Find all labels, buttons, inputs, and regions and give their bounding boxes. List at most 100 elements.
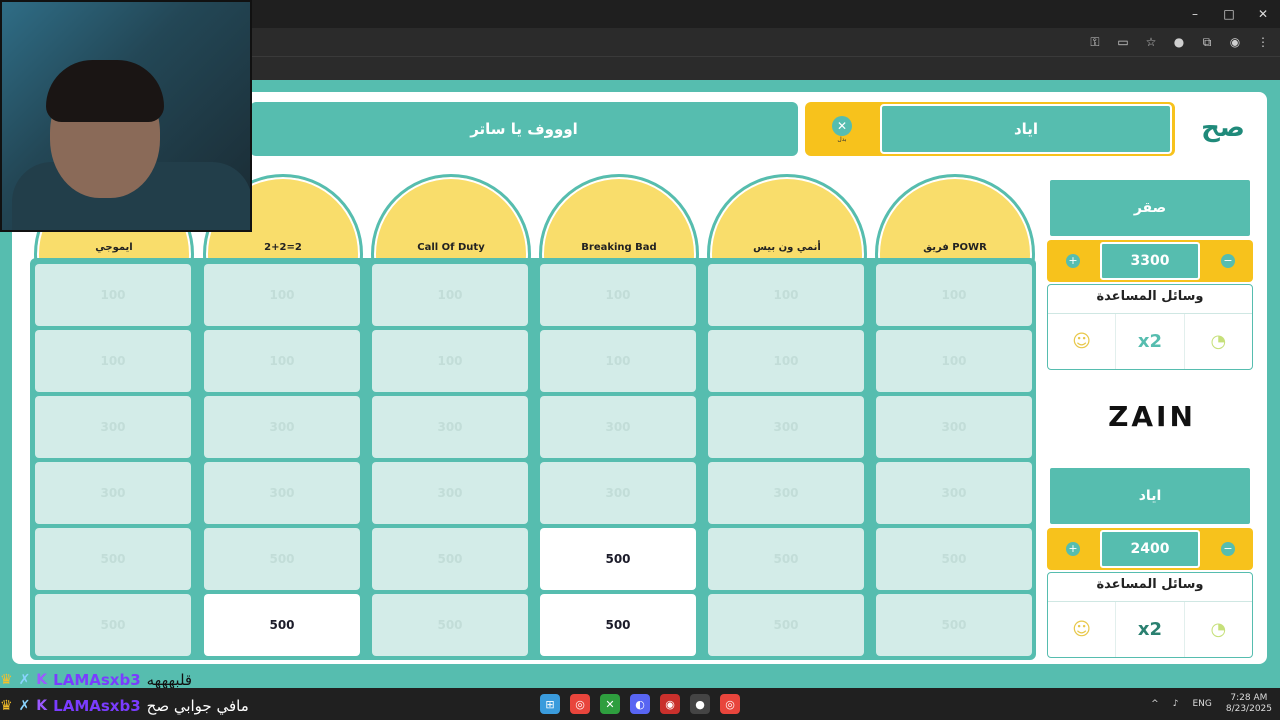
windows-start-icon[interactable]: ⊞ xyxy=(540,694,560,714)
swap-turn-label: بدل xyxy=(837,136,847,143)
category-header: أنمي ون بيس xyxy=(707,174,867,260)
question-tile[interactable]: 100 xyxy=(35,264,191,326)
menu-icon[interactable]: ⋮ xyxy=(1256,35,1270,49)
question-tile[interactable]: 100 xyxy=(35,330,191,392)
question-tile[interactable]: 500 xyxy=(204,594,360,656)
profile-icon[interactable]: ◉ xyxy=(1228,35,1242,49)
question-tile[interactable]: 500 xyxy=(876,528,1032,590)
question-tile[interactable]: 500 xyxy=(708,594,864,656)
clock[interactable]: 7:28 AM 8/23/2025 xyxy=(1226,693,1272,715)
chat-username: LAMAsxb3 xyxy=(53,697,141,715)
question-tile[interactable]: 300 xyxy=(708,462,864,524)
timer-icon[interactable]: ◔ xyxy=(1185,602,1252,657)
question-tile[interactable]: 300 xyxy=(876,462,1032,524)
app-icon[interactable]: ◉ xyxy=(660,694,680,714)
question-tile[interactable]: 500 xyxy=(35,594,191,656)
chrome-icon[interactable]: ◎ xyxy=(570,694,590,714)
team-1-aids: وسائل المساعدة ☺ x2 ◔ xyxy=(1047,284,1253,370)
xbox-icon[interactable]: ✕ xyxy=(600,694,620,714)
minimize-button[interactable]: – xyxy=(1178,0,1212,28)
question-tile[interactable]: 100 xyxy=(372,330,528,392)
question-tile[interactable]: 100 xyxy=(540,330,696,392)
speaker-icon[interactable]: ♪ xyxy=(1173,699,1179,709)
window-controls: – □ ✕ xyxy=(1178,0,1280,28)
category-name: ايموجي xyxy=(95,242,133,253)
language-indicator[interactable]: ENG xyxy=(1192,699,1211,709)
double-points-aid[interactable]: x2 xyxy=(1116,602,1185,657)
question-tile[interactable]: 100 xyxy=(876,264,1032,326)
star-icon[interactable]: ☆ xyxy=(1144,35,1158,49)
extension-badge-icon[interactable]: ● xyxy=(1172,35,1186,49)
team-2-name: اياد xyxy=(1048,466,1252,526)
question-tile[interactable]: 500 xyxy=(372,528,528,590)
question-tile[interactable]: 100 xyxy=(372,264,528,326)
question-tile[interactable]: 100 xyxy=(204,330,360,392)
cast-icon[interactable]: ▭ xyxy=(1116,35,1130,49)
question-tile[interactable]: 500 xyxy=(35,528,191,590)
category-header: فريق POWR xyxy=(875,174,1035,260)
screen: – □ ✕ ⚿ ▭ ☆ ● ⧉ ◉ ⋮ صح ✕ بدل اياد اوووف … xyxy=(0,0,1280,720)
obs-icon[interactable]: ● xyxy=(690,694,710,714)
question-tile[interactable]: 300 xyxy=(35,462,191,524)
question-tile[interactable]: 500 xyxy=(204,528,360,590)
question-tile[interactable]: 500 xyxy=(540,594,696,656)
crown-icon: ♛ xyxy=(0,672,13,688)
current-turn-team: اياد xyxy=(880,104,1172,154)
person-icon[interactable]: ☺ xyxy=(1048,314,1117,369)
team-1-plus-button[interactable]: + xyxy=(1066,254,1080,268)
team-1-aids-row: ☺ x2 ◔ xyxy=(1048,313,1252,369)
team-2-aids-title: وسائل المساعدة xyxy=(1096,577,1204,592)
team-2-aids: وسائل المساعدة ☺ x2 ◔ xyxy=(1047,572,1253,658)
question-tile[interactable]: 300 xyxy=(35,396,191,458)
question-tile[interactable]: 500 xyxy=(540,528,696,590)
question-tile[interactable]: 100 xyxy=(708,330,864,392)
double-points-aid[interactable]: x2 xyxy=(1116,314,1185,369)
question-tile[interactable]: 300 xyxy=(372,396,528,458)
team-1-score: 3300 xyxy=(1100,242,1200,280)
question-tile[interactable]: 300 xyxy=(708,396,864,458)
chevron-up-icon[interactable]: ^ xyxy=(1151,699,1159,709)
question-tile[interactable]: 500 xyxy=(708,528,864,590)
team-1-aids-title: وسائل المساعدة xyxy=(1096,289,1204,304)
person-icon[interactable]: ☺ xyxy=(1048,602,1117,657)
maximize-button[interactable]: □ xyxy=(1212,0,1246,28)
clock-time: 7:28 AM xyxy=(1230,693,1268,703)
kick-icon: K xyxy=(36,672,48,688)
taskbar-apps: ⊞ ◎ ✕ ◐ ◉ ● ◎ xyxy=(540,688,740,720)
sponsor-logo: ZAIN xyxy=(1108,399,1196,433)
close-window-button[interactable]: ✕ xyxy=(1246,0,1280,28)
sword-icon: ✗ xyxy=(18,672,31,688)
question-tile[interactable]: 100 xyxy=(876,330,1032,392)
extensions-icon[interactable]: ⧉ xyxy=(1200,35,1214,50)
question-tile[interactable]: 500 xyxy=(372,594,528,656)
question-tile[interactable]: 300 xyxy=(540,396,696,458)
question-tile[interactable]: 300 xyxy=(372,462,528,524)
team-1-minus-button[interactable]: − xyxy=(1221,254,1235,268)
key-icon[interactable]: ⚿ xyxy=(1088,35,1102,50)
toolbar-icons: ⚿ ▭ ☆ ● ⧉ ◉ ⋮ xyxy=(1088,28,1270,56)
webcam-person-hair xyxy=(46,60,164,122)
chrome-alt-icon[interactable]: ◎ xyxy=(720,694,740,714)
question-tile[interactable]: 500 xyxy=(876,594,1032,656)
question-tile[interactable]: 300 xyxy=(540,462,696,524)
question-tile[interactable]: 100 xyxy=(204,264,360,326)
chat-username: LAMAsxb3 xyxy=(53,671,141,689)
question-tile[interactable]: 300 xyxy=(204,396,360,458)
crown-icon: ♛ xyxy=(0,698,13,714)
question-tile[interactable]: 100 xyxy=(540,264,696,326)
question-tile[interactable]: 300 xyxy=(876,396,1032,458)
category-name: 2+2=2 xyxy=(264,242,302,253)
category-name: أنمي ون بيس xyxy=(753,242,821,253)
category-name: فريق POWR xyxy=(923,242,987,253)
discord-icon[interactable]: ◐ xyxy=(630,694,650,714)
question-tile[interactable]: 100 xyxy=(708,264,864,326)
team-2-aids-row: ☺ x2 ◔ xyxy=(1048,601,1252,657)
swap-turn-icon[interactable]: ✕ xyxy=(832,116,852,136)
team-2-minus-button[interactable]: − xyxy=(1221,542,1235,556)
question-text: اوووف يا ساتر xyxy=(250,102,798,156)
chat-text: مافي جوابي صح xyxy=(146,697,249,715)
kick-icon: K xyxy=(36,698,48,714)
team-2-plus-button[interactable]: + xyxy=(1066,542,1080,556)
question-tile[interactable]: 300 xyxy=(204,462,360,524)
timer-icon[interactable]: ◔ xyxy=(1185,314,1252,369)
